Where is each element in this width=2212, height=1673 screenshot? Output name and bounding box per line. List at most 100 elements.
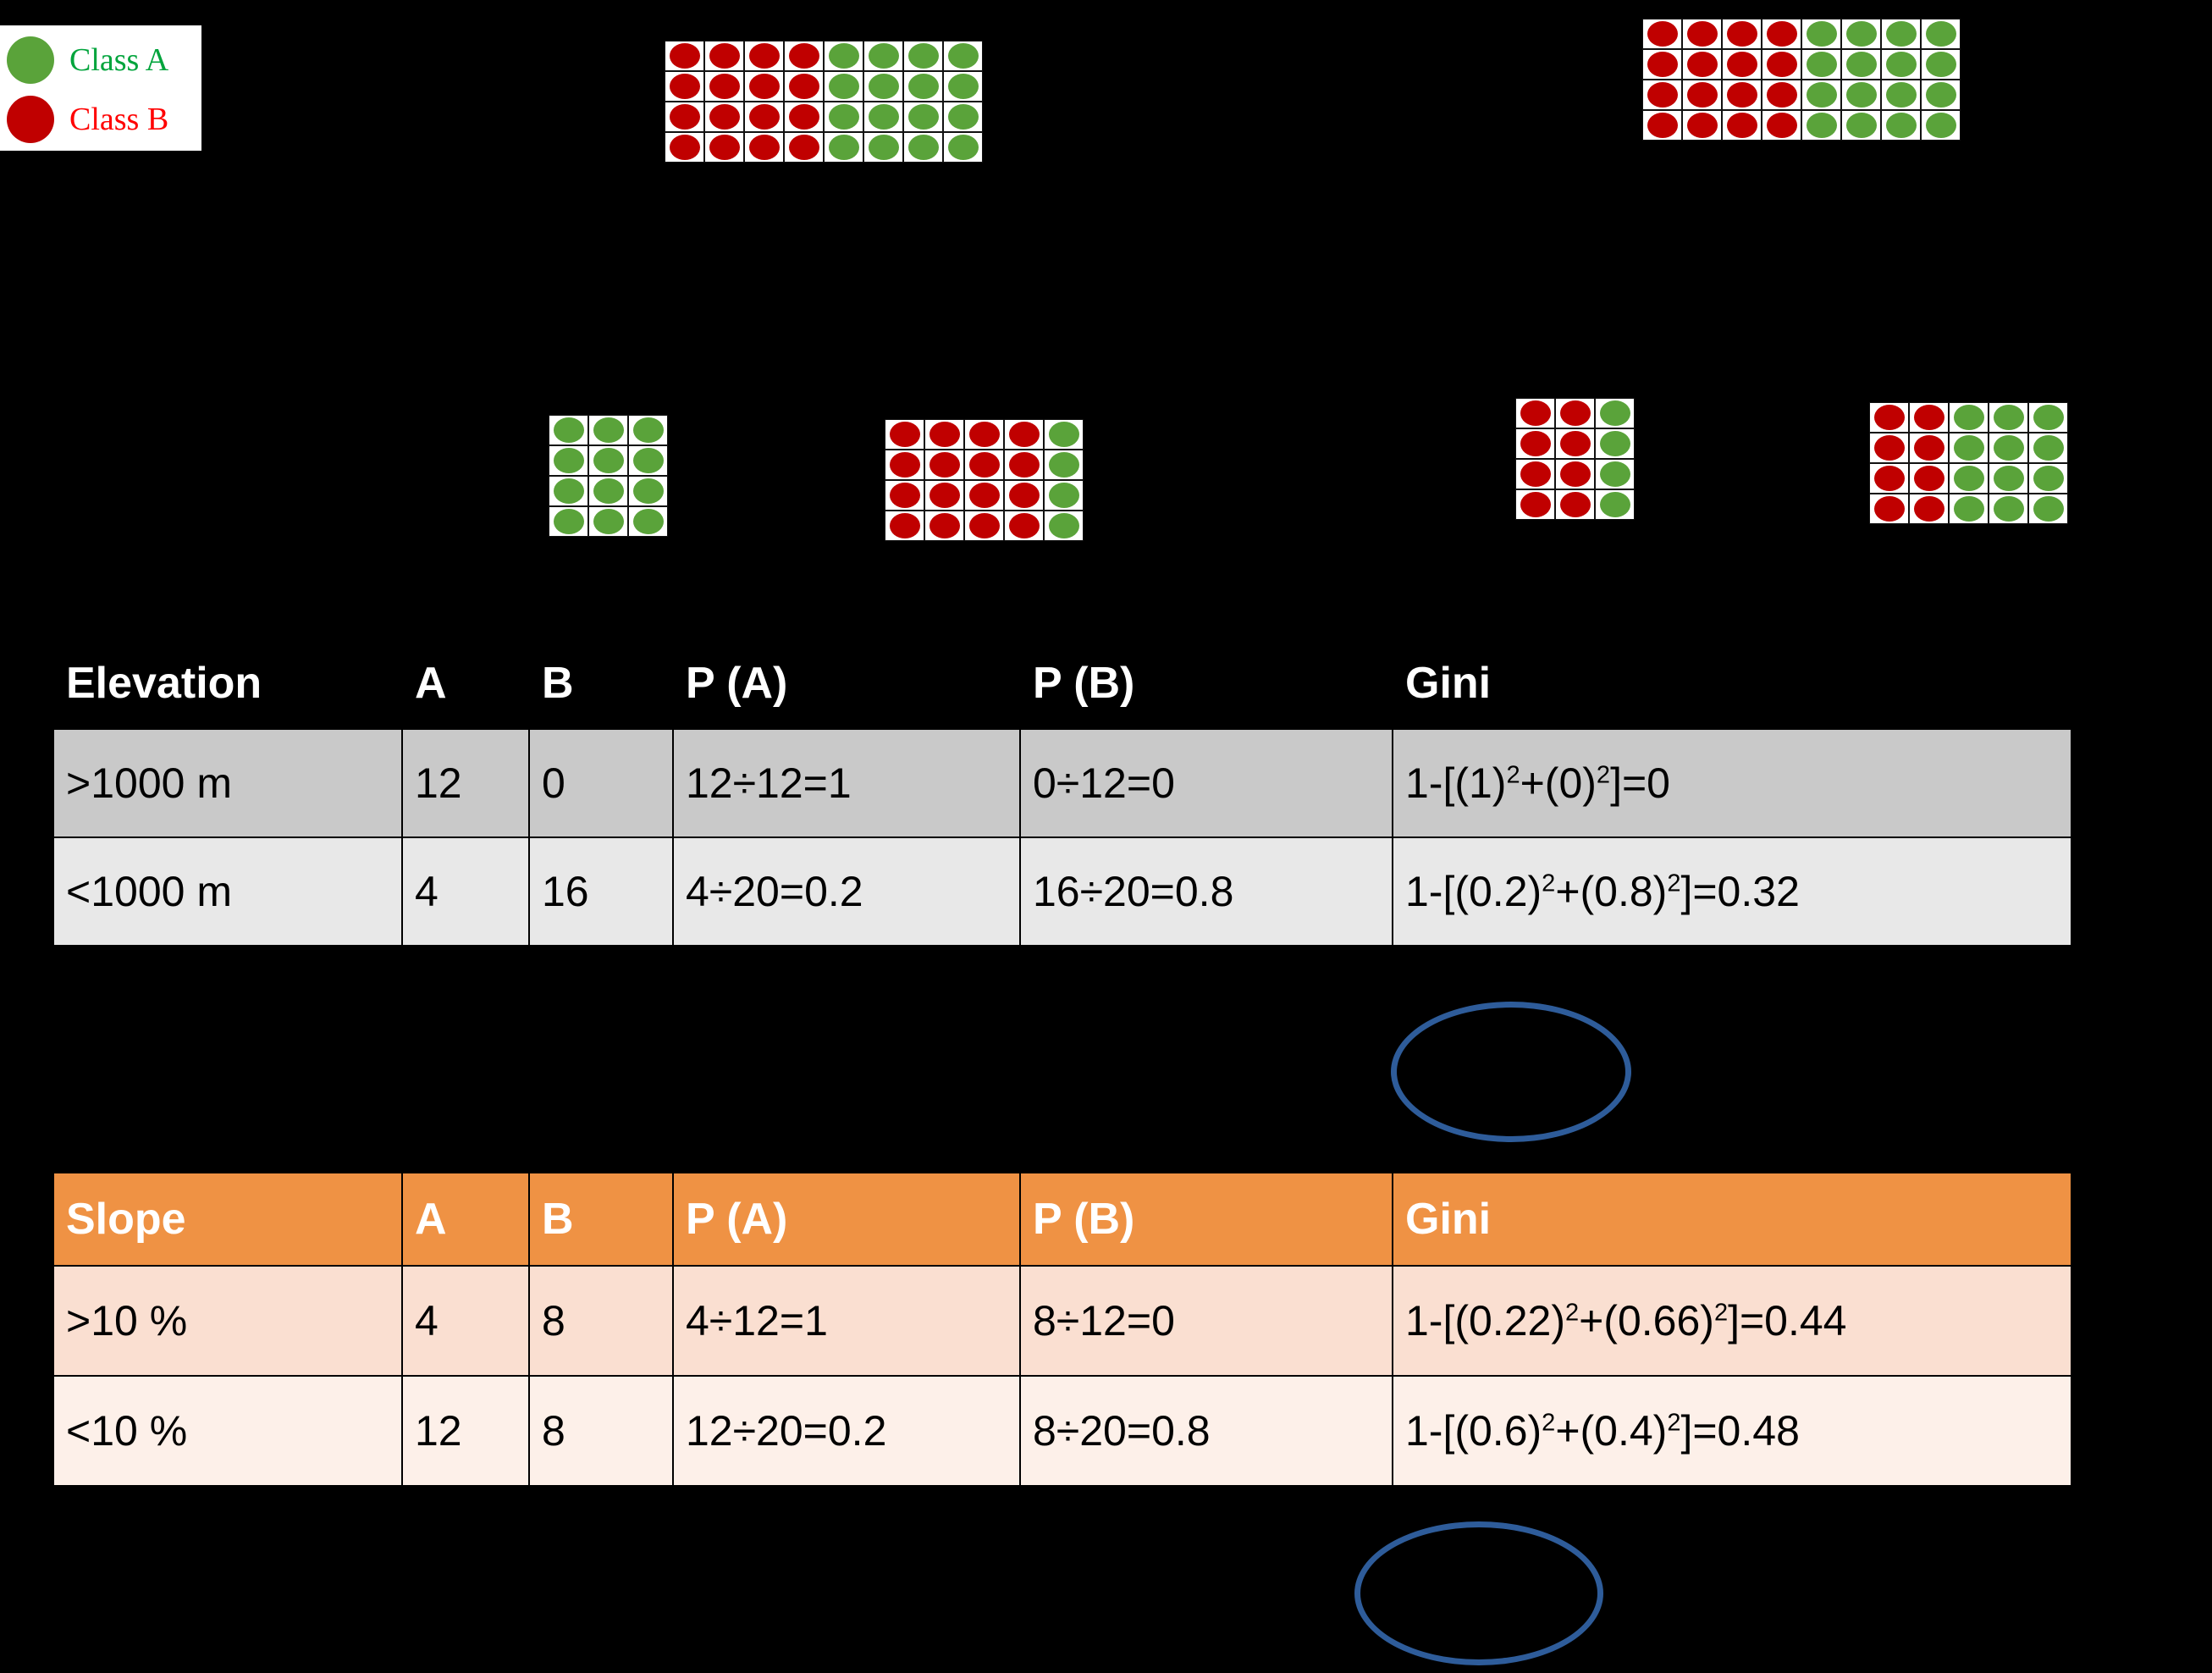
class-a-dot-icon: [553, 509, 584, 534]
class-b-dot-icon: [1913, 496, 1944, 522]
dot-grid-root-node-top-center: [665, 41, 983, 163]
cell-split: <1000 m: [54, 838, 401, 945]
dot-cell: [943, 102, 983, 132]
class-a-dot-icon: [868, 135, 899, 160]
gini-expr-mid: +(0.4): [1555, 1406, 1668, 1455]
cell-gini: 1-[(0.6)2+(0.4)2]=0.48: [1393, 1377, 2071, 1485]
class-b-dot-icon: [788, 135, 819, 160]
cell-prob-a: 4÷20=0.2: [674, 838, 1019, 945]
cell-prob-b: 8÷20=0.8: [1021, 1377, 1392, 1485]
dot-cell: [704, 41, 744, 71]
dot-cell: [863, 71, 903, 102]
class-b-dot-icon: [788, 74, 819, 99]
class-a-dot-icon: [632, 509, 664, 534]
class-b-dot-icon: [1726, 21, 1757, 47]
dot-cell: [744, 102, 784, 132]
class-a-dot-icon: [1993, 496, 2024, 522]
dot-cell: [1909, 402, 1949, 433]
dot-cell: [1881, 19, 1921, 49]
class-b-dot-icon: [788, 104, 819, 130]
class-a-dot-icon: [2033, 405, 2064, 430]
legend-item-class-a: Class A: [7, 30, 201, 90]
class-a-dot-icon: [1885, 52, 1917, 77]
cell-gini: 1-[(1)2+(0)2]=0: [1393, 730, 2071, 836]
table-row: >1000 m 12 0 12÷12=1 0÷12=0 1-[(1)2+(0)2…: [54, 730, 2071, 836]
gini-exp-2: 2: [1713, 1299, 1729, 1327]
dot-cell: [964, 419, 1004, 450]
class-b-dot-icon: [1913, 435, 1944, 461]
class-a-dot-icon: [907, 74, 939, 99]
class-a-dot-icon: [553, 478, 584, 504]
class-b-dot-icon: [748, 74, 780, 99]
dot-cell: [943, 132, 983, 163]
class-b-dot-icon: [1873, 435, 1905, 461]
cell-gini: 1-[(0.22)2+(0.66)2]=0.44: [1393, 1267, 2071, 1375]
dot-cell: [784, 102, 824, 132]
class-b-dot-icon: [669, 104, 700, 130]
dot-cell: [1762, 80, 1801, 110]
dot-cell: [1841, 19, 1881, 49]
column-header-gini: Gini: [1393, 1173, 2071, 1265]
gini-expr-post: ]=0.32: [1680, 867, 1800, 915]
dot-grid-column: [824, 41, 863, 163]
column-header-a: A: [403, 1173, 528, 1265]
dot-grid-column: [628, 415, 668, 537]
class-b-dot-icon: [1520, 461, 1551, 487]
gini-expr-pre: 1-[(0.6): [1405, 1406, 1542, 1455]
class-b-dot-icon: [1008, 513, 1040, 538]
class-b-dot-icon: [1647, 113, 1678, 138]
class-b-dot-icon: [1766, 82, 1797, 108]
gini-expr-post: ]=0: [1610, 759, 1670, 807]
class-b-dot-icon: [1559, 461, 1591, 487]
class-a-dot-icon: [868, 104, 899, 130]
dot-cell: [784, 41, 824, 71]
class-b-dot-icon: [1686, 82, 1718, 108]
class-a-dot-icon: [947, 104, 979, 130]
table-row: >10 % 4 8 4÷12=1 8÷12=0 1-[(0.22)2+(0.66…: [54, 1267, 2071, 1375]
class-a-dot-icon: [7, 36, 54, 84]
class-a-dot-icon: [1925, 21, 1956, 47]
class-a-dot-icon: [947, 43, 979, 69]
column-header-a: A: [403, 638, 528, 728]
dot-cell: [863, 132, 903, 163]
dot-cell: [964, 480, 1004, 511]
dot-cell: [1555, 398, 1595, 428]
dot-cell: [1555, 489, 1595, 520]
dot-grid-column: [1515, 398, 1555, 520]
dot-grid-column: [1949, 402, 1989, 524]
class-a-dot-icon: [1845, 82, 1877, 108]
dot-cell: [1515, 459, 1555, 489]
dot-cell: [1722, 19, 1762, 49]
dot-cell: [1869, 463, 1909, 494]
dot-cell: [588, 476, 628, 506]
cell-split: <10 %: [54, 1377, 401, 1485]
dot-cell: [1921, 19, 1961, 49]
dot-grid-column: [1909, 402, 1949, 524]
dot-cell: [964, 450, 1004, 480]
dot-cell: [824, 132, 863, 163]
class-b-dot-icon: [1520, 400, 1551, 426]
class-a-dot-icon: [632, 478, 664, 504]
class-b-dot-icon: [1766, 52, 1797, 77]
class-a-dot-icon: [907, 135, 939, 160]
class-a-dot-icon: [1925, 113, 1956, 138]
dot-cell: [1869, 402, 1909, 433]
dot-grid-column: [924, 419, 964, 541]
column-header-b: B: [530, 638, 672, 728]
dot-cell: [1841, 110, 1881, 141]
dot-cell: [863, 41, 903, 71]
dot-cell: [924, 480, 964, 511]
dot-cell: [744, 41, 784, 71]
dot-grid-elevation-above-1000m: [549, 415, 668, 537]
gini-expr-mid: +(0.66): [1579, 1296, 1714, 1344]
dot-grid-column: [1921, 19, 1961, 141]
dot-cell: [1642, 110, 1682, 141]
gini-expr-post: ]=0.44: [1728, 1296, 1847, 1344]
dot-cell: [863, 102, 903, 132]
dot-cell: [628, 445, 668, 476]
dot-cell: [1515, 489, 1555, 520]
dot-cell: [1044, 450, 1084, 480]
class-a-dot-icon: [828, 43, 859, 69]
cell-count-b: 16: [530, 838, 672, 945]
dot-cell: [1841, 49, 1881, 80]
